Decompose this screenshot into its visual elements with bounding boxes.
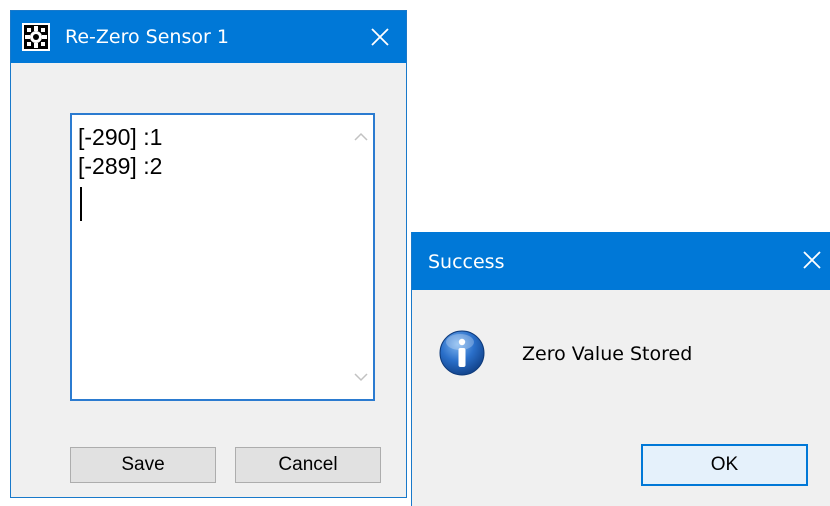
success-message: Zero Value Stored [522,343,693,365]
sensor-values-textarea[interactable]: [-290] :1 [-289] :2 [70,113,375,401]
success-dialog: Success Zero Value Stored OK [411,232,830,506]
save-button[interactable]: Save [70,447,216,483]
chevron-down-icon[interactable] [349,365,373,389]
success-titlebar[interactable]: Success [412,232,830,290]
gear-icon [22,23,50,51]
close-icon[interactable] [364,21,396,53]
dialog-title: Re-Zero Sensor 1 [65,26,229,48]
success-title: Success [428,251,505,273]
text-line-1: [-290] :1 [78,124,163,150]
chevron-up-icon[interactable] [349,125,373,149]
re-zero-dialog: Re-Zero Sensor 1 [-290] :1 [-289] :2 Sav… [10,10,407,498]
vertical-scrollbar[interactable] [349,115,373,399]
textarea-content: [-290] :1 [-289] :2 [78,123,162,181]
text-line-2: [-289] :2 [78,153,163,179]
ok-button[interactable]: OK [641,444,808,486]
dialog-titlebar[interactable]: Re-Zero Sensor 1 [11,11,406,63]
cancel-button[interactable]: Cancel [235,447,381,483]
info-icon [438,329,486,377]
text-caret [80,187,82,221]
close-icon[interactable] [796,244,828,276]
